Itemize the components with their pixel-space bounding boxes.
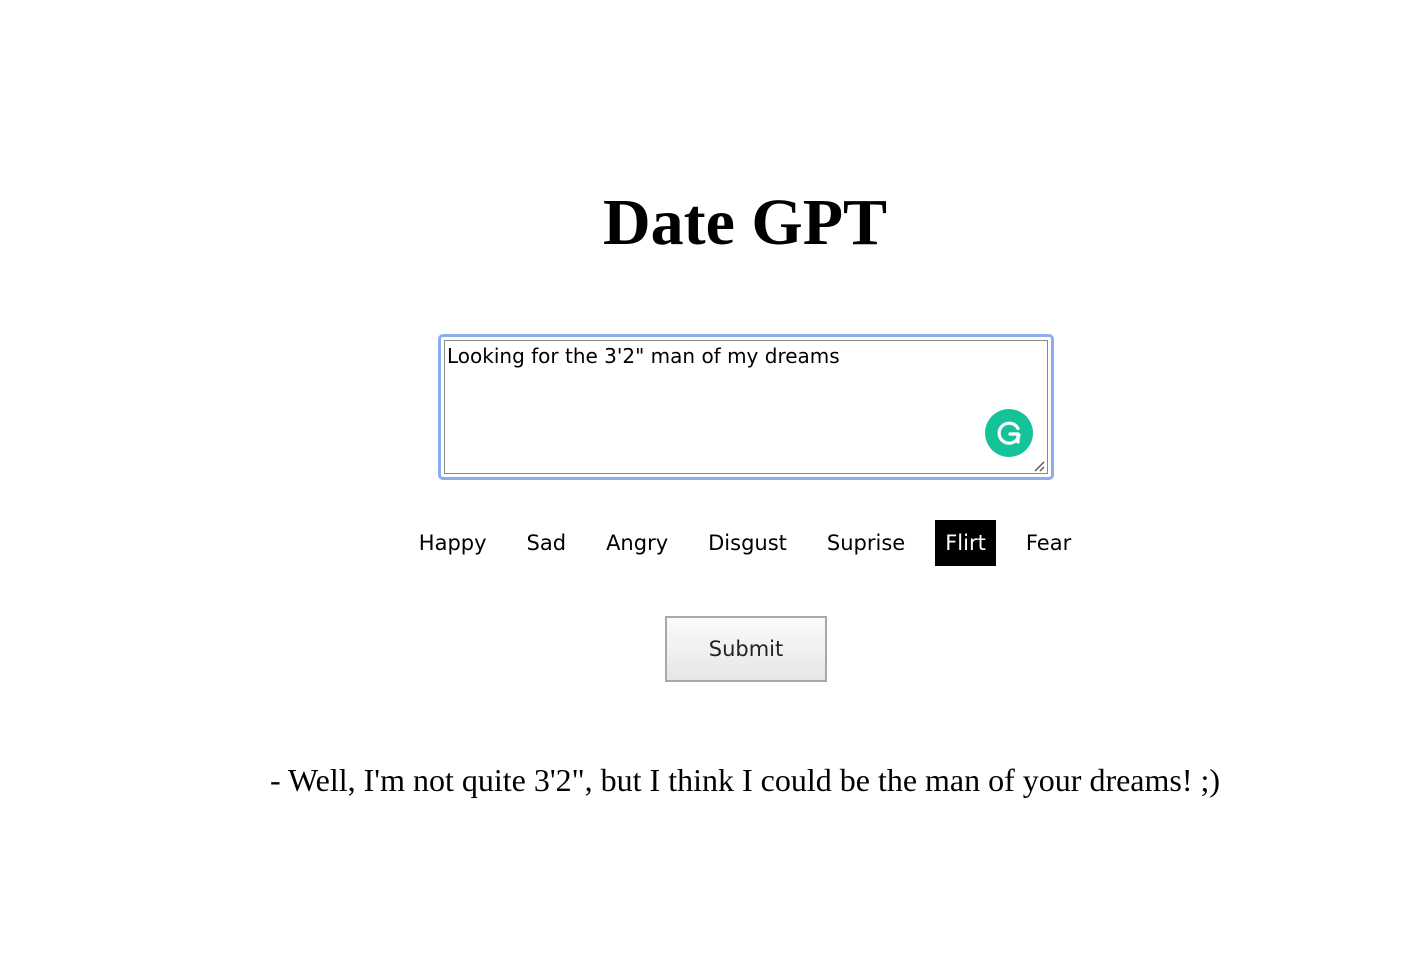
emotion-angry[interactable]: Angry [596, 520, 678, 566]
emotion-happy[interactable]: Happy [409, 520, 497, 566]
emotion-flirt[interactable]: Flirt [935, 520, 996, 566]
message-input-container [444, 340, 1048, 474]
message-input[interactable] [445, 341, 1047, 473]
resize-handle-icon[interactable] [1033, 459, 1045, 472]
message-input-focus-ring [438, 334, 1054, 480]
emotion-sad[interactable]: Sad [517, 520, 577, 566]
submit-button[interactable]: Submit [665, 616, 827, 682]
page-title: Date GPT [602, 186, 888, 259]
response-text: - Well, I'm not quite 3'2", but I think … [269, 762, 1221, 798]
emotion-disgust[interactable]: Disgust [698, 520, 797, 566]
emotion-suprise[interactable]: Suprise [817, 520, 915, 566]
grammarly-g-icon[interactable] [985, 409, 1033, 457]
emotion-selector: Happy Sad Angry Disgust Suprise Flirt Fe… [0, 520, 1416, 566]
emotion-fear[interactable]: Fear [1016, 520, 1081, 566]
